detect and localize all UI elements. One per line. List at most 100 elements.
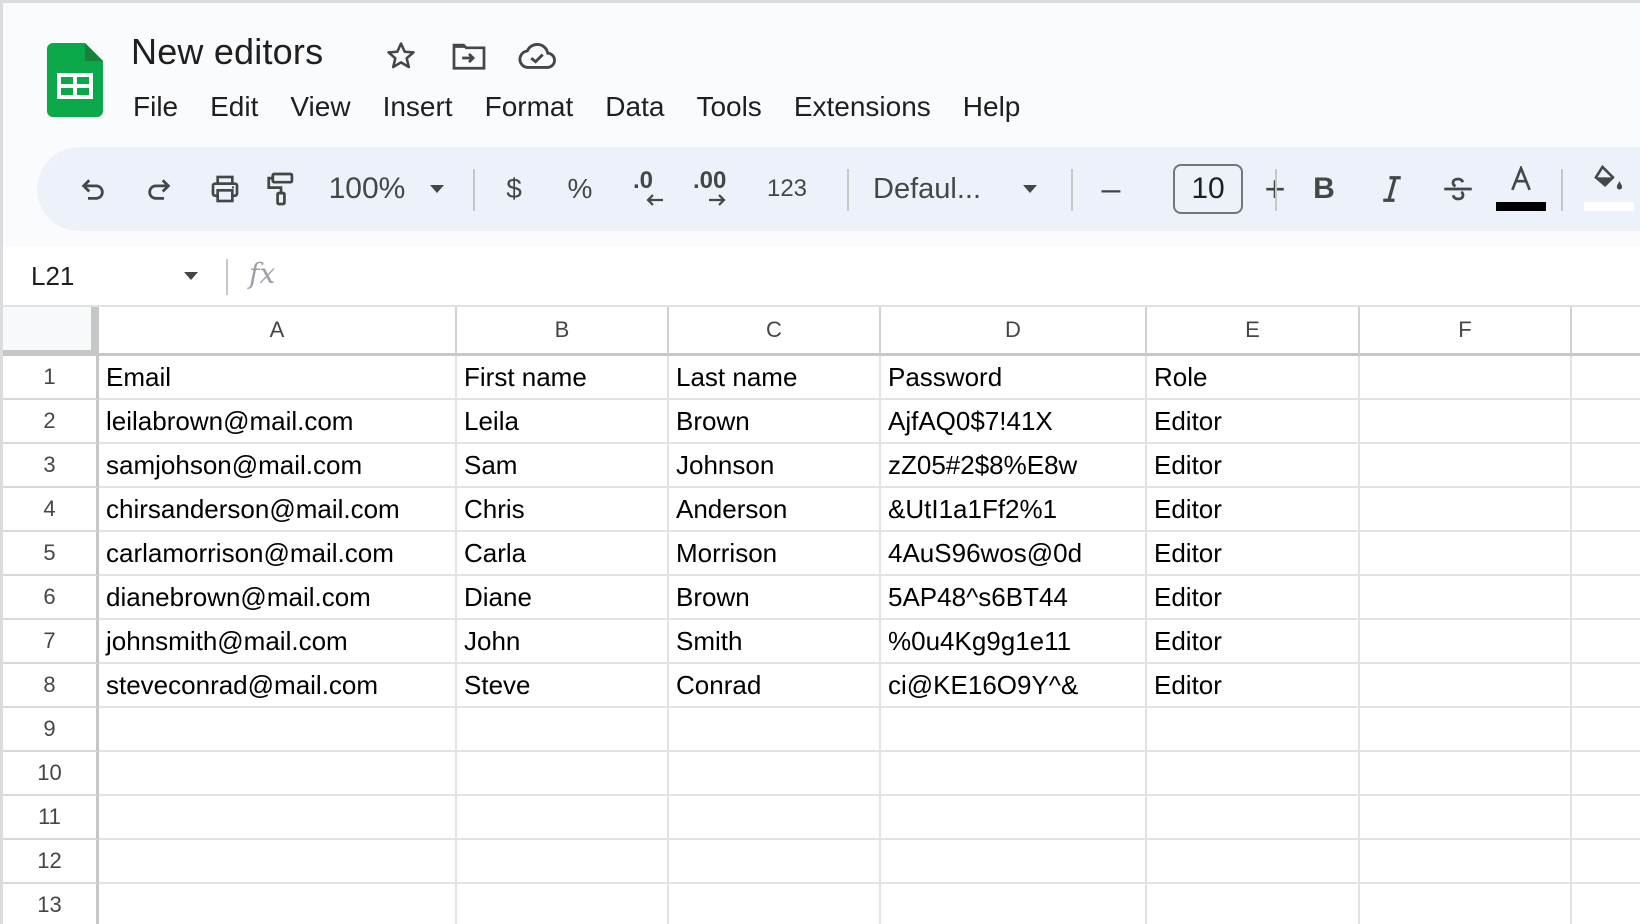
cell-c10[interactable] [669,752,881,796]
cell-b12[interactable] [457,840,669,884]
cell-a7[interactable]: johnsmith@mail.com [99,620,457,664]
cell-f6[interactable] [1360,576,1572,620]
cell-d3[interactable]: zZ05#2$8%E8w [881,444,1147,488]
cell-c3[interactable]: Johnson [669,444,881,488]
menu-format[interactable]: Format [469,87,590,127]
cell-g1[interactable] [1572,356,1640,400]
cell-a9[interactable] [99,708,457,752]
cell-e12[interactable] [1147,840,1360,884]
cell-d10[interactable] [881,752,1147,796]
cell-a10[interactable] [99,752,457,796]
cell-d9[interactable] [881,708,1147,752]
row-header-7[interactable]: 7 [3,620,99,664]
column-header-d[interactable]: D [881,307,1147,356]
cell-g12[interactable] [1572,840,1640,884]
cell-d7[interactable]: %0u4Kg9g1e11 [881,620,1147,664]
menu-file[interactable]: File [117,87,194,127]
cell-f7[interactable] [1360,620,1572,664]
cell-g11[interactable] [1572,796,1640,840]
cell-b8[interactable]: Steve [457,664,669,708]
cell-f1[interactable] [1360,356,1572,400]
undo-button[interactable] [71,147,115,231]
decrease-font-size-button[interactable]: – [1089,147,1133,231]
cell-c8[interactable]: Conrad [669,664,881,708]
cell-e2[interactable]: Editor [1147,400,1360,444]
cell-e10[interactable] [1147,752,1360,796]
cell-b3[interactable]: Sam [457,444,669,488]
select-all-corner[interactable] [3,307,99,356]
cell-d8[interactable]: ci@KE16O9Y^& [881,664,1147,708]
row-header-9[interactable]: 9 [3,708,99,752]
cell-a8[interactable]: steveconrad@mail.com [99,664,457,708]
star-icon[interactable] [381,39,421,73]
cell-d1[interactable]: Password [881,356,1147,400]
cell-f10[interactable] [1360,752,1572,796]
column-header-e[interactable]: E [1147,307,1360,356]
cell-e11[interactable] [1147,796,1360,840]
cell-b2[interactable]: Leila [457,400,669,444]
sheets-logo-icon[interactable] [47,43,103,117]
cell-g7[interactable] [1572,620,1640,664]
row-header-4[interactable]: 4 [3,488,99,532]
increase-decimal-button[interactable]: .00 [687,147,743,231]
row-header-3[interactable]: 3 [3,444,99,488]
menu-edit[interactable]: Edit [194,87,274,127]
cell-g4[interactable] [1572,488,1640,532]
zoom-select[interactable]: 100% [327,147,407,231]
column-header-g[interactable] [1572,307,1640,356]
cell-c2[interactable]: Brown [669,400,881,444]
cell-e6[interactable]: Editor [1147,576,1360,620]
menu-tools[interactable]: Tools [680,87,777,127]
chevron-down-icon[interactable] [183,271,199,281]
cell-a11[interactable] [99,796,457,840]
cell-b6[interactable]: Diane [457,576,669,620]
cell-a1[interactable]: Email [99,356,457,400]
cell-e7[interactable]: Editor [1147,620,1360,664]
cell-g5[interactable] [1572,532,1640,576]
row-header-10[interactable]: 10 [3,752,99,796]
cell-e4[interactable]: Editor [1147,488,1360,532]
cell-a2[interactable]: leilabrown@mail.com [99,400,457,444]
text-color-button[interactable] [1491,147,1551,231]
cell-d13[interactable] [881,884,1147,924]
move-to-folder-icon[interactable] [449,39,489,73]
row-header-1[interactable]: 1 [3,356,99,400]
menu-view[interactable]: View [274,87,366,127]
cell-e9[interactable] [1147,708,1360,752]
cell-f9[interactable] [1360,708,1572,752]
redo-button[interactable] [137,147,181,231]
cell-b11[interactable] [457,796,669,840]
cell-f5[interactable] [1360,532,1572,576]
cell-d6[interactable]: 5AP48^s6BT44 [881,576,1147,620]
cell-c11[interactable] [669,796,881,840]
cell-f3[interactable] [1360,444,1572,488]
cell-f4[interactable] [1360,488,1572,532]
cell-b4[interactable]: Chris [457,488,669,532]
column-header-b[interactable]: B [457,307,669,356]
cell-g8[interactable] [1572,664,1640,708]
column-header-a[interactable]: A [99,307,457,356]
font-family-select[interactable]: Defaul... [873,147,1005,231]
cell-b7[interactable]: John [457,620,669,664]
font-size-input[interactable]: 10 [1173,164,1243,214]
cell-e13[interactable] [1147,884,1360,924]
italic-button[interactable] [1367,147,1417,231]
fill-color-button[interactable] [1579,147,1639,231]
formula-input[interactable] [303,257,1623,297]
cell-c6[interactable]: Brown [669,576,881,620]
cell-g2[interactable] [1572,400,1640,444]
menu-extensions[interactable]: Extensions [778,87,947,127]
cell-f11[interactable] [1360,796,1572,840]
cell-a13[interactable] [99,884,457,924]
cell-c9[interactable] [669,708,881,752]
cell-b10[interactable] [457,752,669,796]
cell-a12[interactable] [99,840,457,884]
column-header-f[interactable]: F [1360,307,1572,356]
cell-g3[interactable] [1572,444,1640,488]
cell-b9[interactable] [457,708,669,752]
row-header-11[interactable]: 11 [3,796,99,840]
cell-g10[interactable] [1572,752,1640,796]
column-header-c[interactable]: C [669,307,881,356]
row-header-5[interactable]: 5 [3,532,99,576]
cell-g13[interactable] [1572,884,1640,924]
